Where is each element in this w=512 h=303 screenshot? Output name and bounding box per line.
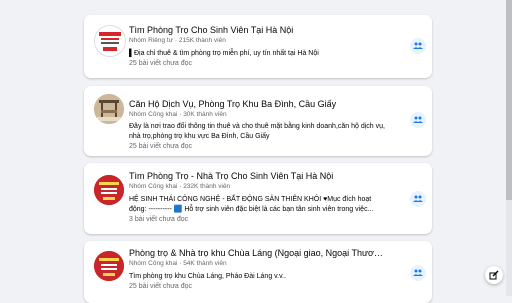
group-button[interactable] <box>410 265 426 281</box>
group-thumbnail[interactable] <box>94 94 124 124</box>
group-description: ▌Địa chỉ thuê & tìm phòng trọ miễn phí, … <box>129 50 319 57</box>
edit-icon <box>489 270 499 280</box>
scrollbar[interactable] <box>506 0 512 296</box>
group-description: Tìm phòng trọ khu Chùa Láng, Pháo Đài Lá… <box>129 273 286 280</box>
group-card[interactable]: Tìm Phòng Trọ - Nhà Trọ Cho Sinh Viên Tạ… <box>84 163 432 234</box>
group-people-icon <box>413 116 423 123</box>
room-photo-icon <box>94 94 124 124</box>
group-card[interactable]: Phòng trọ & Nhà trọ khu Chùa Láng (Ngoại… <box>84 241 432 303</box>
group-card[interactable]: Căn Hộ Dịch Vụ, Phòng Trọ Khu Ba Đình, C… <box>84 86 432 156</box>
red-logo-icon <box>94 175 124 205</box>
unread-count: 25 bài viết chưa đọc <box>129 60 193 67</box>
group-meta: Nhóm Riêng tư · 215K thành viên <box>129 37 226 44</box>
group-description: Đây là nơi trao đổi thông tin thuê và ch… <box>129 123 385 140</box>
unread-count: 3 bài viết chưa đọc <box>129 216 189 223</box>
group-people-icon <box>413 195 423 202</box>
red-white-logo-icon <box>95 26 125 56</box>
unread-count: 25 bài viết chưa đọc <box>129 143 193 150</box>
group-meta: Nhóm Công khai · 30K thành viên <box>129 111 227 118</box>
group-thumbnail[interactable] <box>94 251 124 281</box>
group-people-icon <box>413 269 423 276</box>
group-title[interactable]: Tìm Phòng Trọ Cho Sinh Viên Tại Hà Nội <box>129 24 387 36</box>
unread-count: 25 bài viết chưa đọc <box>129 283 193 290</box>
group-title[interactable]: Căn Hộ Dịch Vụ, Phòng Trọ Khu Ba Đình, C… <box>129 98 387 110</box>
group-meta: Nhóm Công khai · 232K thành viên <box>129 183 231 190</box>
group-thumbnail[interactable] <box>94 175 124 205</box>
group-button[interactable] <box>410 112 426 128</box>
group-people-icon <box>413 42 423 49</box>
compose-button[interactable] <box>485 266 503 284</box>
group-title[interactable]: Tìm Phòng Trọ - Nhà Trọ Cho Sinh Viên Tạ… <box>129 170 387 182</box>
group-meta: Nhóm Công khai · 54K thành viên <box>129 260 227 267</box>
red-logo-icon <box>94 251 124 281</box>
group-description: HỆ SINH THÁI CÔNG NGHỆ - BẤT ĐỘNG SẢN TH… <box>129 196 374 213</box>
group-card[interactable]: Tìm Phòng Trọ Cho Sinh Viên Tại Hà Nội N… <box>84 15 432 78</box>
scrollbar-thumb[interactable] <box>506 0 512 200</box>
group-button[interactable] <box>410 38 426 54</box>
group-button[interactable] <box>410 191 426 207</box>
group-title[interactable]: Phòng trọ & Nhà trọ khu Chùa Láng (Ngoại… <box>129 247 387 259</box>
group-thumbnail[interactable] <box>94 25 126 57</box>
